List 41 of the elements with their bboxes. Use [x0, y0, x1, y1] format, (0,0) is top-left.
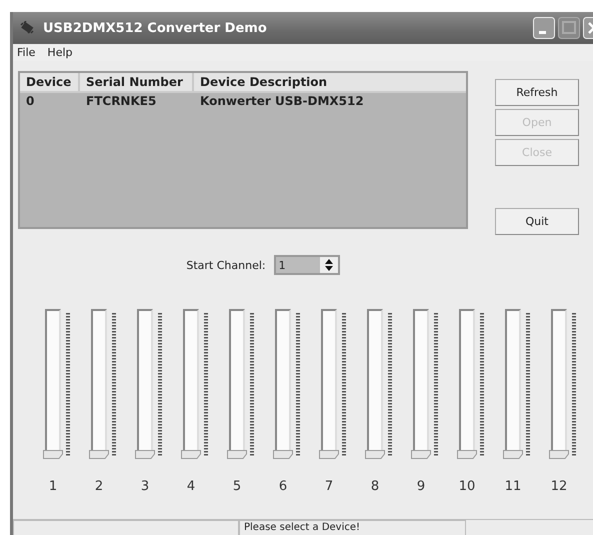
- slider[interactable]: [43, 309, 63, 459]
- column-header[interactable]: Device: [20, 73, 80, 91]
- channel-label: 6: [278, 479, 288, 494]
- start-channel-spinner[interactable]: 1: [274, 255, 340, 275]
- channel-label: 11: [504, 479, 522, 494]
- slider[interactable]: [365, 309, 385, 459]
- slider[interactable]: [135, 309, 155, 459]
- channel-label: 9: [416, 479, 426, 494]
- channel-label: 8: [370, 479, 380, 494]
- channel-label: 5: [232, 479, 242, 494]
- table-cell-text: FTCRNKE5: [85, 93, 158, 109]
- slider[interactable]: [89, 309, 109, 459]
- slider[interactable]: [319, 309, 339, 459]
- slider[interactable]: [181, 309, 201, 459]
- table-cell-text: Konwerter USB-DMX512: [199, 93, 365, 109]
- device-list[interactable]: Device Serial Number Device Description 0 FTCRNKE5 Konwerter USB-DMX512: [18, 71, 468, 229]
- slider[interactable]: [457, 309, 477, 459]
- minimize-button[interactable]: [533, 17, 555, 39]
- window-title: USB2DMX512 Converter Demo: [43, 20, 267, 36]
- dialog-button[interactable]: Quit: [495, 208, 579, 235]
- status-text: Please select a Device!: [239, 520, 466, 535]
- menu-item[interactable]: Help: [47, 46, 72, 59]
- channel-label: 10: [458, 479, 476, 494]
- column-header[interactable]: Device Description: [194, 73, 466, 91]
- slider[interactable]: [411, 309, 431, 459]
- slider[interactable]: [549, 309, 569, 459]
- slider[interactable]: [503, 309, 523, 459]
- channel-label: 7: [324, 479, 334, 494]
- channel-label: 4: [186, 479, 196, 494]
- channel-label: 1: [48, 479, 58, 494]
- table-cell-text: 0: [25, 93, 36, 109]
- maximize-button[interactable]: [558, 17, 580, 39]
- channel-label: 2: [94, 479, 104, 494]
- channel-label: 12: [550, 479, 568, 494]
- start-channel-label: Start Channel:: [186, 258, 266, 272]
- slider[interactable]: [227, 309, 247, 459]
- slider[interactable]: [273, 309, 293, 459]
- dialog-button[interactable]: Refresh: [495, 79, 579, 106]
- menu-item[interactable]: File: [17, 46, 36, 59]
- channel-label: 3: [140, 479, 150, 494]
- column-header[interactable]: Serial Number: [80, 73, 194, 91]
